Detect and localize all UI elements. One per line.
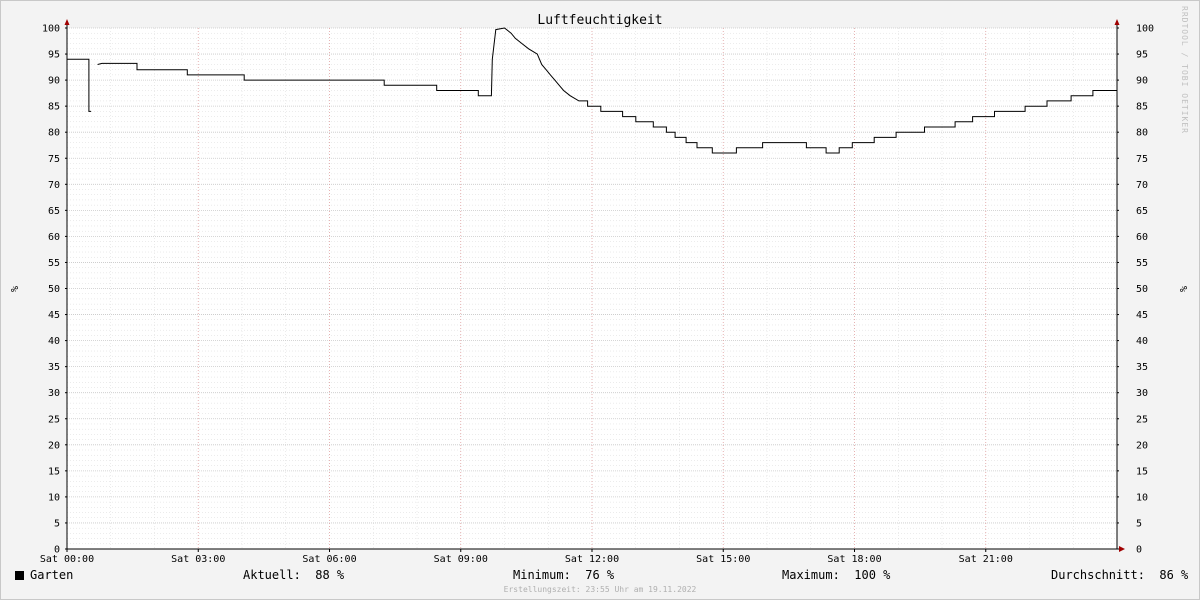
legend-current-label: Aktuell:: [243, 568, 301, 582]
y-tick-label: 35: [48, 362, 60, 373]
y-tick-label: 45: [1136, 310, 1148, 321]
y-tick-label: 10: [1136, 492, 1148, 503]
y-tick-label: 15: [48, 466, 60, 477]
y-tick-label: 30: [1136, 388, 1148, 399]
chart-title: Luftfeuchtigkeit: [537, 13, 662, 28]
y-tick-labels-left: 0510152025303540455055606570758085909510…: [42, 24, 60, 556]
legend-min-value: 76 %: [585, 568, 615, 582]
legend-avg-label: Durchschnitt:: [1051, 568, 1145, 582]
legend-current: Aktuell: 88 %: [243, 568, 344, 582]
y-tick-label: 25: [48, 414, 60, 425]
y-tick-label: 45: [48, 310, 60, 321]
y-tick-label: 75: [1136, 154, 1148, 165]
x-tick-label: Sat 15:00: [696, 554, 750, 565]
y-tick-label: 85: [48, 102, 60, 113]
y-tick-label: 65: [48, 206, 60, 217]
watermark: RRDTOOL / TOBI OETIKER: [1180, 6, 1189, 134]
y-tick-label: 5: [54, 518, 60, 529]
y-axis-label-right: %: [1177, 286, 1188, 292]
y-tick-label: 55: [48, 258, 60, 269]
y-tick-label: 10: [48, 492, 60, 503]
y-tick-label: 15: [1136, 466, 1148, 477]
x-tick-label: Sat 12:00: [565, 554, 619, 565]
y-tick-label: 35: [1136, 362, 1148, 373]
y-axis-arrow-left: [64, 19, 70, 25]
y-tick-label: 5: [1136, 518, 1142, 529]
humidity-chart: 0 5 10 15 20 25 30 35 40 45 50 55 60 65 70 75 80 85 90 95 10…: [8, 13, 1188, 565]
x-tick-label: Sat 09:00: [434, 554, 488, 565]
y-tick-label: 95: [48, 50, 60, 61]
y-tick-label: 60: [48, 232, 60, 243]
y-tick-label: 70: [48, 180, 60, 191]
y-axis-label-left: %: [8, 286, 19, 292]
legend-current-value: 88 %: [315, 568, 345, 582]
y-tick-label: 55: [1136, 258, 1148, 269]
y-tick-label: 95: [1136, 50, 1148, 61]
x-tick-label: Sat 03:00: [171, 554, 225, 565]
y-tick-label: 80: [48, 128, 60, 139]
y-tick-label: 25: [1136, 414, 1148, 425]
creation-timestamp: Erstellungszeit: 23:55 Uhr am 19.11.2022: [503, 585, 697, 594]
x-tick-label: Sat 06:00: [302, 554, 356, 565]
x-tick-labels: Sat 00:00 Sat 03:00 Sat 06:00 Sat 09:00 Sat …: [40, 554, 1013, 565]
y-tick-label: 50: [1136, 284, 1148, 295]
y-tick-label: 75: [48, 154, 60, 165]
x-tick-label: Sat 21:00: [959, 554, 1013, 565]
x-tick-label: Sat 18:00: [827, 554, 881, 565]
legend-max-value: 100 %: [854, 568, 891, 582]
y-tick-label: 65: [1136, 206, 1148, 217]
y-tick-label: 20: [48, 440, 60, 451]
legend-max-label: Maximum:: [782, 568, 840, 582]
legend-series: Garten: [15, 568, 73, 582]
y-axis-arrow-right: [1114, 19, 1120, 25]
legend-avg-value: 86 %: [1159, 568, 1189, 582]
y-tick-label: 85: [1136, 102, 1148, 113]
legend-minimum: Minimum: 76 %: [513, 568, 614, 582]
y-tick-label: 100: [1136, 24, 1154, 35]
y-tick-label: 90: [1136, 76, 1148, 87]
x-axis-arrow: [1119, 546, 1125, 552]
legend-maximum: Maximum: 100 %: [782, 568, 890, 582]
y-tick-label: 40: [48, 336, 60, 347]
y-tick-label: 70: [1136, 180, 1148, 191]
y-tick-label: 0: [1136, 545, 1142, 556]
y-tick-label: 100: [42, 24, 60, 35]
legend-series-name: Garten: [30, 568, 74, 582]
y-tick-label: 40: [1136, 336, 1148, 347]
y-tick-label: 20: [1136, 440, 1148, 451]
y-tick-label: 80: [1136, 128, 1148, 139]
y-tick-label: 60: [1136, 232, 1148, 243]
x-tick-label: Sat 00:00: [40, 554, 94, 565]
legend-min-label: Minimum:: [513, 568, 571, 582]
y-tick-label: 90: [48, 76, 60, 87]
legend-average: Durchschnitt: 86 %: [1051, 568, 1188, 582]
legend-swatch: [15, 571, 24, 580]
y-tick-label: 50: [48, 284, 60, 295]
y-tick-label: 30: [48, 388, 60, 399]
y-tick-labels-right: 0 5 10 15 20 25 30 35 40 45 50 55 60 65 70 75 80 85 90 95 10…: [1136, 24, 1154, 556]
